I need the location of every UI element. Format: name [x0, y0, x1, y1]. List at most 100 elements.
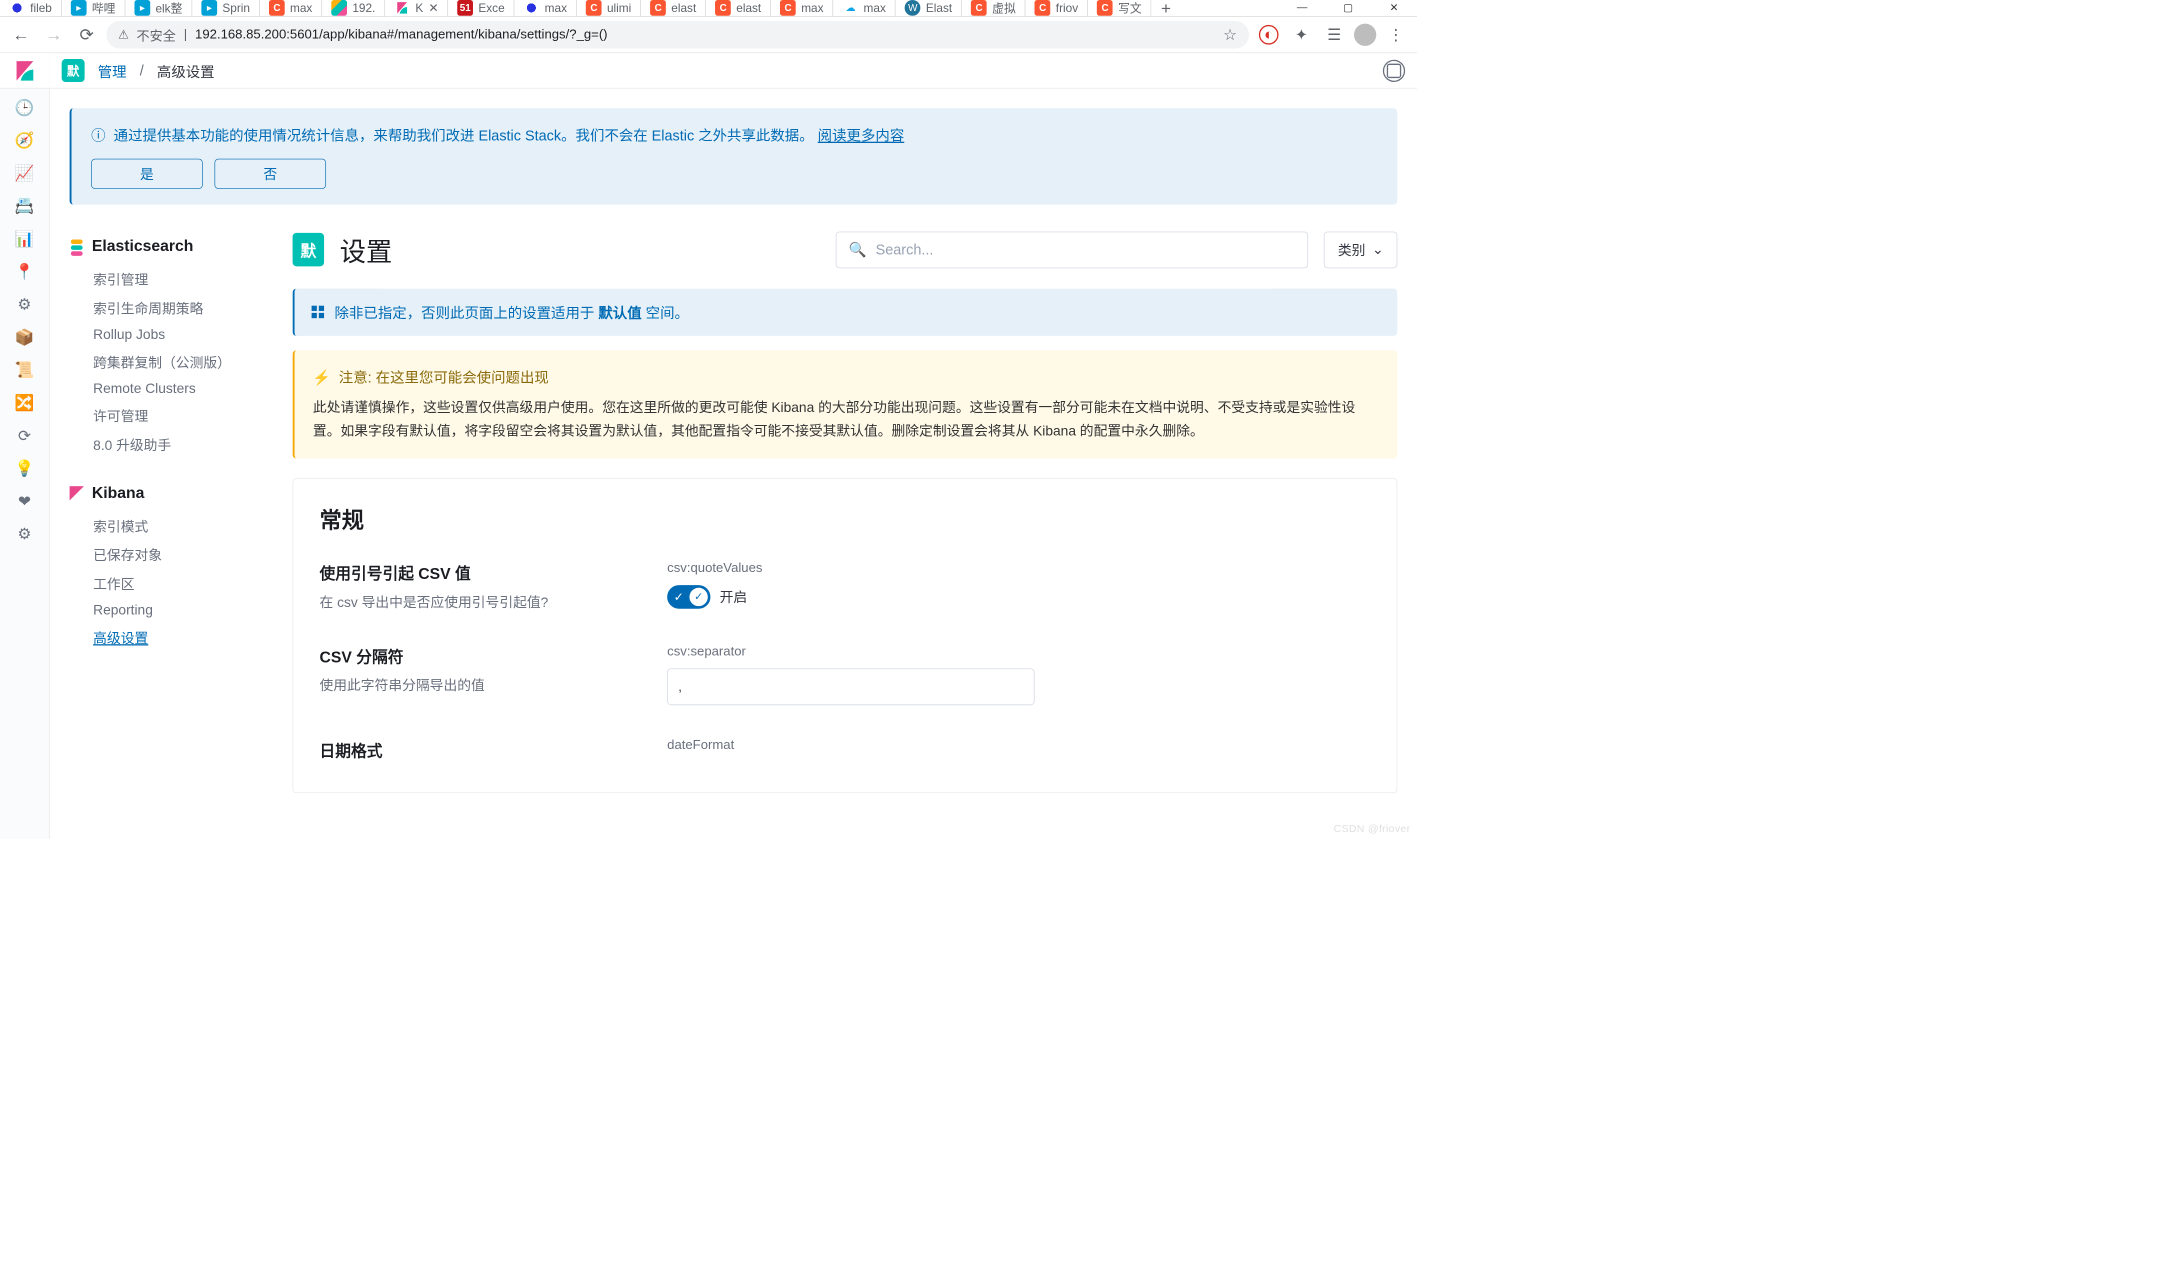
setting-row-dateformat: 日期格式 dateFormat [319, 738, 1370, 769]
rail-item[interactable]: 💡 [11, 456, 37, 482]
kibana-icon [70, 486, 84, 500]
management-nav-link[interactable]: 索引管理 [70, 265, 267, 294]
reading-list-icon[interactable]: ☰ [1321, 22, 1347, 48]
favicon: C [1097, 0, 1113, 16]
browser-tab[interactable]: 192. [322, 0, 385, 16]
page-title: 设置 [340, 231, 392, 269]
setting-key: csv:separator [667, 644, 1370, 659]
window-close[interactable]: ✕ [1371, 0, 1417, 16]
browser-tab[interactable]: WElast [896, 0, 962, 16]
new-tab-button[interactable]: + [1152, 0, 1181, 16]
management-nav-link[interactable]: Remote Clusters [70, 377, 267, 402]
rail-item[interactable]: ⚙ [11, 292, 37, 318]
browser-tab[interactable]: ▸elk整 [125, 0, 192, 16]
kibana-logo[interactable] [0, 53, 50, 88]
favicon: C [780, 0, 796, 16]
telemetry-no-button[interactable]: 否 [215, 159, 327, 189]
warning-callout: ⚡注意: 在这里您可能会使问题出现 此处请谨慎操作，这些设置仅供高级用户使用。您… [293, 350, 1398, 458]
management-nav-link[interactable]: 8.0 升级助手 [70, 430, 267, 459]
management-nav-link[interactable]: 索引模式 [70, 512, 267, 541]
rail-item[interactable]: 🧭 [11, 128, 37, 154]
browser-toolbar: ← → ⟳ ⚠ 不安全 | 192.168.85.200:5601/app/ki… [0, 17, 1417, 53]
favicon: C [650, 0, 666, 16]
favicon [331, 0, 347, 16]
rail-item[interactable]: 📍 [11, 259, 37, 285]
rail-item[interactable]: ⟳ [11, 423, 37, 449]
management-nav-link[interactable]: 工作区 [70, 569, 267, 598]
management-nav-link[interactable]: Reporting [70, 598, 267, 623]
management-nav-link[interactable]: 索引生命周期策略 [70, 294, 267, 323]
csv-separator-input[interactable] [667, 669, 1034, 706]
browser-tab[interactable]: Cmax [771, 0, 833, 16]
browser-tab[interactable]: Cmax [260, 0, 322, 16]
rail-item[interactable]: ⚙ [11, 521, 37, 547]
browser-tab[interactable]: ▸Sprin [192, 0, 260, 16]
favicon: C [715, 0, 731, 16]
browser-tab[interactable]: ▸哔哩 [62, 0, 126, 16]
csv-quote-toggle[interactable]: 开启 [667, 585, 1370, 609]
address-bar[interactable]: ⚠ 不安全 | 192.168.85.200:5601/app/kibana#/… [106, 21, 1249, 49]
management-nav-link[interactable]: Rollup Jobs [70, 323, 267, 348]
breadcrumb-link[interactable]: 管理 [98, 60, 127, 81]
elasticsearch-icon [70, 239, 84, 253]
rail-item[interactable]: 📇 [11, 193, 37, 219]
browser-tabstrip: fileb▸哔哩▸elk整▸SprinCmax192.K✕51ExcemaxCu… [0, 0, 1417, 17]
browser-tab[interactable]: max [514, 0, 576, 16]
rail-item[interactable]: 📦 [11, 325, 37, 351]
section-title: 常规 [319, 503, 1370, 535]
reload-button[interactable]: ⟳ [73, 22, 99, 48]
browser-tab[interactable]: fileb [0, 0, 62, 16]
telemetry-link[interactable]: 阅读更多内容 [818, 127, 905, 143]
rail-item[interactable]: 📜 [11, 357, 37, 383]
management-nav-link[interactable]: 跨集群复制（公测版） [70, 348, 267, 377]
browser-tab[interactable]: K✕ [385, 0, 448, 16]
profile-avatar-icon[interactable] [1354, 24, 1376, 46]
browser-tab[interactable]: Celast [706, 0, 771, 16]
watermark: CSDN @friover [1334, 823, 1411, 835]
window-minimize[interactable]: — [1279, 0, 1325, 16]
browser-tab[interactable]: C写文 [1088, 0, 1152, 16]
extensions-puzzle-icon[interactable]: ✦ [1288, 22, 1314, 48]
setting-desc: 使用此字符串分隔导出的值 [319, 675, 627, 695]
rail-item[interactable]: ❤ [11, 489, 37, 515]
extension-icon[interactable]: ◐ [1256, 22, 1282, 48]
search-icon: 🔍 [848, 241, 866, 258]
browser-tab[interactable]: ☁max [833, 0, 895, 16]
rail-item[interactable]: 🕒 [11, 95, 37, 121]
browser-tab[interactable]: Celast [641, 0, 706, 16]
browser-tab[interactable]: C虚拟 [962, 0, 1026, 16]
back-button[interactable]: ← [8, 22, 34, 48]
close-tab-icon[interactable]: ✕ [428, 1, 438, 15]
telemetry-yes-button[interactable]: 是 [91, 159, 203, 189]
favicon: W [905, 0, 921, 16]
category-filter-button[interactable]: 类别 ⌄ [1324, 232, 1397, 269]
favicon: 51 [457, 0, 473, 16]
browser-tab[interactable]: Cfriov [1026, 0, 1088, 16]
setting-title: 日期格式 [319, 738, 627, 761]
management-nav-link[interactable]: 高级设置 [70, 623, 267, 652]
forward-button: → [41, 22, 67, 48]
info-icon: ⓘ [91, 127, 105, 143]
management-nav-link[interactable]: 已保存对象 [70, 541, 267, 570]
space-badge[interactable]: 默 [62, 59, 85, 82]
rail-item[interactable]: 📈 [11, 161, 37, 187]
nav-group-elasticsearch: Elasticsearch [70, 237, 267, 255]
rail-item[interactable]: 📊 [11, 226, 37, 252]
rail-item[interactable]: 🔀 [11, 390, 37, 416]
setting-key: dateFormat [667, 738, 1370, 753]
settings-search-input[interactable]: 🔍 Search... [836, 232, 1308, 269]
favicon: C [971, 0, 987, 16]
browser-tab[interactable]: Culimi [577, 0, 641, 16]
management-nav: Elasticsearch 索引管理索引生命周期策略Rollup Jobs跨集群… [70, 231, 267, 652]
chevron-down-icon: ⌄ [1372, 242, 1384, 258]
setting-row-csv-separator: CSV 分隔符 使用此字符串分隔导出的值 csv:separator [319, 644, 1370, 705]
favicon [9, 0, 25, 16]
window-maximize[interactable]: ▢ [1325, 0, 1371, 16]
header-action-icon[interactable] [1383, 59, 1405, 81]
favicon: ▸ [71, 0, 87, 16]
management-nav-link[interactable]: 许可管理 [70, 401, 267, 430]
breadcrumb-current: 高级设置 [157, 60, 215, 81]
browser-menu-icon[interactable]: ⋮ [1383, 22, 1409, 48]
browser-tab[interactable]: 51Exce [448, 0, 514, 16]
bookmark-icon[interactable]: ☆ [1223, 25, 1237, 44]
